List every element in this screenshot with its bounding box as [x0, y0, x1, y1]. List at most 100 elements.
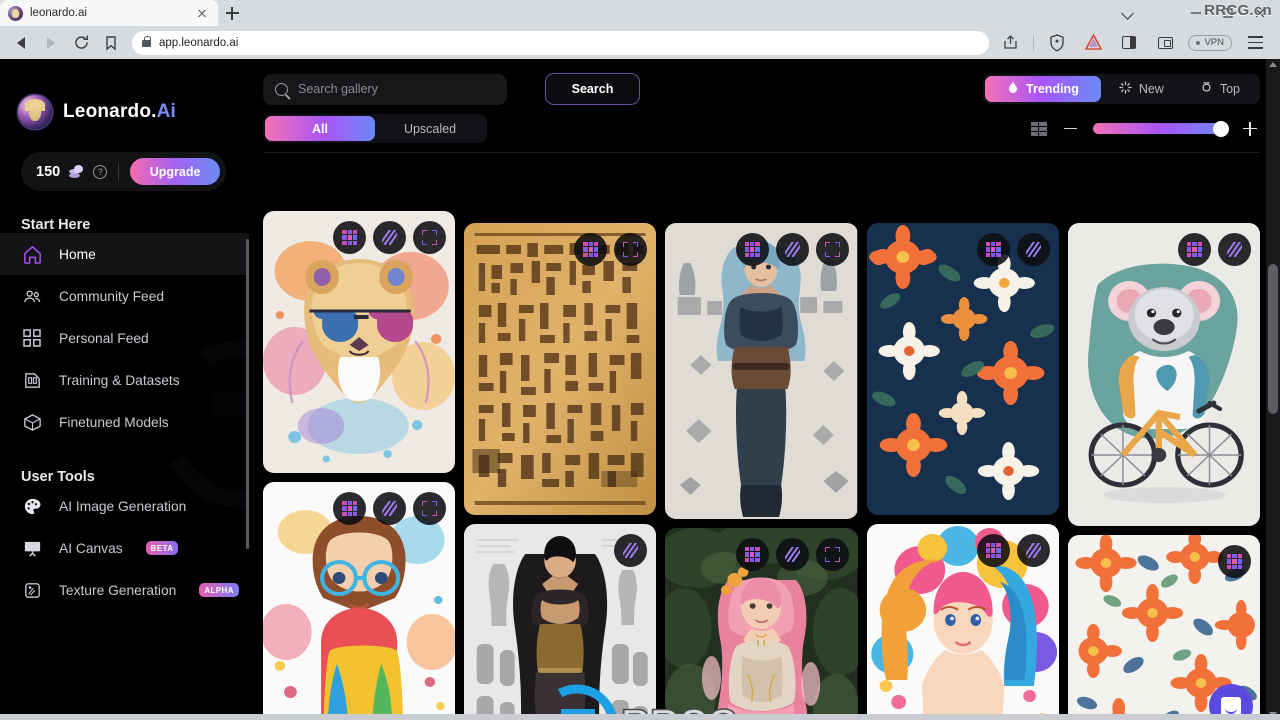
sidebar-item-texture-generation[interactable]: Texture Generation ALPHA	[0, 569, 249, 611]
layout-grid-icon[interactable]	[1031, 121, 1048, 136]
upscale-icon	[784, 547, 800, 562]
artwork	[464, 223, 657, 515]
badge-alpha: ALPHA	[199, 583, 239, 597]
brave-logo-icon[interactable]	[1080, 30, 1106, 56]
gallery-card-blue-haired-female-character-sheet[interactable]	[665, 223, 858, 519]
expand-button[interactable]	[815, 538, 849, 571]
zoom-slider-knob[interactable]	[1213, 120, 1229, 137]
tab-trending[interactable]: Trending	[985, 76, 1101, 102]
tab-label: New	[1138, 82, 1164, 96]
filter-all[interactable]: All	[265, 116, 375, 141]
hamburger-menu-icon[interactable]	[1242, 30, 1268, 56]
expand-button[interactable]	[614, 233, 648, 266]
trophy-icon	[1200, 81, 1213, 97]
gallery-card-orange-floral-pattern-navy[interactable]	[866, 223, 1059, 515]
remix-icon	[744, 242, 760, 257]
gallery-card-colorful-girl-glasses-backpack[interactable]	[263, 482, 456, 720]
sidebar-item-label: Community Feed	[59, 288, 165, 304]
main-content: Search gallery Search Trending New Top A…	[249, 59, 1280, 720]
sidebar-item-ai-image-generation[interactable]: AI Image Generation	[0, 485, 249, 527]
reload-icon[interactable]	[68, 30, 94, 56]
tab-list-chevron-down-icon[interactable]	[1120, 5, 1136, 21]
cube-icon	[21, 411, 43, 433]
close-tab-icon[interactable]	[194, 5, 210, 21]
search-button[interactable]: Search	[545, 73, 640, 105]
upscale-button[interactable]	[373, 492, 407, 525]
gallery-card-watercolor-lion-sunglasses[interactable]	[263, 211, 456, 473]
remix-button[interactable]	[735, 538, 769, 571]
remix-button[interactable]	[976, 233, 1010, 266]
upscale-button[interactable]	[373, 221, 407, 254]
tab-new[interactable]: New	[1101, 76, 1182, 102]
upscale-button[interactable]	[1016, 233, 1050, 266]
upscale-icon	[1025, 543, 1041, 558]
remix-button[interactable]	[574, 233, 608, 266]
canvas-icon	[21, 537, 43, 559]
remix-button[interactable]	[976, 534, 1010, 567]
expand-icon	[824, 547, 840, 562]
bookmark-icon[interactable]	[98, 30, 124, 56]
scroll-up-arrow-icon[interactable]	[1269, 62, 1277, 67]
url-bar[interactable]: app.leonardo.ai	[132, 30, 990, 55]
search-placeholder: Search gallery	[298, 82, 378, 96]
divider	[263, 152, 1260, 153]
side-panel-icon[interactable]	[1116, 30, 1142, 56]
gallery-column	[263, 211, 456, 720]
upscale-icon	[382, 501, 398, 516]
coins-icon	[69, 164, 84, 179]
search-input[interactable]: Search gallery	[263, 73, 507, 105]
upscale-button[interactable]	[1016, 534, 1050, 567]
zoom-slider[interactable]	[1093, 120, 1229, 137]
upscale-button[interactable]	[775, 233, 809, 266]
artwork	[665, 223, 858, 519]
artwork	[1067, 223, 1260, 526]
gallery-card-dark-haired-warrior-character-sheet[interactable]	[464, 524, 657, 720]
filter-upscaled[interactable]: Upscaled	[375, 116, 485, 141]
share-icon[interactable]	[997, 30, 1023, 56]
zoom-in-button[interactable]	[1243, 121, 1257, 136]
sidebar-item-ai-canvas[interactable]: AI Canvas BETA	[0, 527, 249, 569]
wallet-icon[interactable]	[1152, 30, 1178, 56]
forward-arrow-icon[interactable]	[38, 30, 64, 56]
upgrade-button[interactable]: Upgrade	[130, 158, 220, 185]
sidebar-item-training-datasets[interactable]: Training & Datasets	[0, 359, 249, 401]
sidebar-item-community-feed[interactable]: Community Feed	[0, 275, 249, 317]
sidebar-item-personal-feed[interactable]: Personal Feed	[0, 317, 249, 359]
upscale-button[interactable]	[775, 538, 809, 571]
remix-button[interactable]	[1218, 545, 1252, 578]
minimize-icon[interactable]	[1188, 5, 1204, 21]
help-question-icon[interactable]: ?	[93, 164, 108, 179]
sidebar-item-label: Texture Generation	[59, 582, 177, 598]
remix-icon	[1187, 242, 1203, 257]
remix-button[interactable]	[333, 492, 367, 525]
gallery-card-koala-riding-bicycle[interactable]	[1067, 223, 1260, 526]
card-overlay-actions	[614, 534, 648, 567]
vpn-status-badge[interactable]: VPN	[1188, 34, 1232, 51]
gallery-card-pink-haired-forest-fairy[interactable]	[665, 528, 858, 720]
remix-icon	[985, 242, 1001, 257]
upscale-button[interactable]	[1218, 233, 1252, 266]
watermark-top: RRCG.cn	[1204, 2, 1272, 19]
tab-strip: leonardo.ai RRCG.cn	[0, 0, 1280, 26]
sidebar-item-finetuned-models[interactable]: Finetuned Models	[0, 401, 249, 443]
remix-button[interactable]	[1178, 233, 1212, 266]
expand-button[interactable]	[413, 221, 447, 254]
back-arrow-icon[interactable]	[8, 30, 34, 56]
gallery-card-egyptian-hieroglyph-papyrus[interactable]	[464, 223, 657, 515]
upscale-button[interactable]	[614, 534, 648, 567]
brave-shield-icon[interactable]	[1044, 30, 1070, 56]
page-scrollbar-thumb[interactable]	[1268, 264, 1278, 414]
browser-tab[interactable]: leonardo.ai	[0, 0, 218, 26]
expand-button[interactable]	[815, 233, 849, 266]
upscale-icon	[1025, 242, 1041, 257]
sidebar-item-home[interactable]: Home	[0, 233, 249, 275]
zoom-out-button[interactable]	[1064, 127, 1077, 130]
brand-row[interactable]: Leonardo.Ai	[0, 59, 249, 129]
brand-name-suffix: Ai	[156, 101, 177, 122]
gallery-card-rainbow-hair-candy-portrait[interactable]	[866, 524, 1059, 720]
new-tab-button[interactable]	[218, 0, 246, 26]
expand-button[interactable]	[413, 492, 447, 525]
remix-button[interactable]	[333, 221, 367, 254]
tab-top[interactable]: Top	[1182, 76, 1258, 102]
remix-button[interactable]	[735, 233, 769, 266]
